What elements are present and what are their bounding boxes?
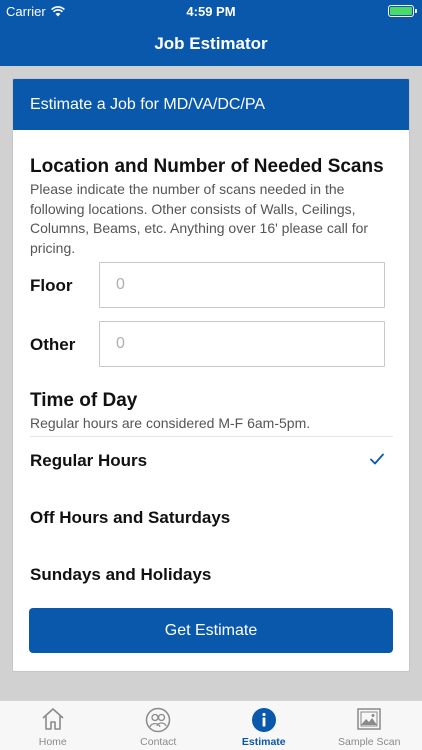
option-label: Sundays and Holidays	[30, 565, 212, 584]
option-sundays-holidays[interactable]: Sundays and Holidays	[13, 547, 409, 603]
status-time: 4:59 PM	[186, 4, 236, 19]
tab-contact[interactable]: Contact	[106, 701, 212, 750]
option-label: Regular Hours	[30, 451, 148, 470]
tab-estimate[interactable]: Estimate	[211, 701, 317, 750]
checkmark-icon	[370, 453, 384, 465]
tab-home[interactable]: Home	[0, 701, 106, 750]
scans-help-text: Please indicate the number of scans need…	[30, 181, 369, 256]
other-input[interactable]	[99, 321, 385, 367]
other-label: Other	[30, 335, 76, 354]
estimate-card: Estimate a Job for MD/VA/DC/PA Location …	[12, 78, 410, 672]
home-icon	[42, 708, 64, 730]
floor-label: Floor	[30, 276, 73, 295]
contact-icon	[146, 707, 171, 733]
time-of-day-help: Regular hours are considered M-F 6am-5pm…	[30, 415, 311, 431]
card-header: Estimate a Job for MD/VA/DC/PA	[13, 79, 409, 130]
tab-label: Sample Scan	[338, 736, 401, 748]
option-regular-hours[interactable]: Regular Hours	[13, 433, 409, 489]
tab-label: Home	[38, 736, 67, 748]
time-of-day-title: Time of Day	[30, 390, 138, 411]
tab-label: Contact	[140, 736, 177, 748]
battery-icon	[388, 5, 417, 17]
tab-sample-scan[interactable]: Sample Scan	[317, 701, 422, 750]
nav-bar: Job Estimator	[0, 22, 422, 66]
status-bar: Carrier 4:59 PM	[0, 0, 422, 22]
option-label: Off Hours and Saturdays	[30, 508, 231, 527]
floor-input[interactable]	[99, 262, 385, 308]
info-icon	[251, 708, 276, 732]
tab-bar: Home Contact Estimate Sample Scan	[0, 700, 422, 750]
get-estimate-button[interactable]: Get Estimate	[29, 608, 393, 653]
image-icon	[357, 708, 381, 730]
page-title: Job Estimator	[154, 34, 268, 53]
tab-label: Estimate	[241, 736, 286, 748]
scans-section-title: Location and Number of Needed Scans	[30, 156, 384, 177]
option-off-hours[interactable]: Off Hours and Saturdays	[13, 490, 409, 546]
